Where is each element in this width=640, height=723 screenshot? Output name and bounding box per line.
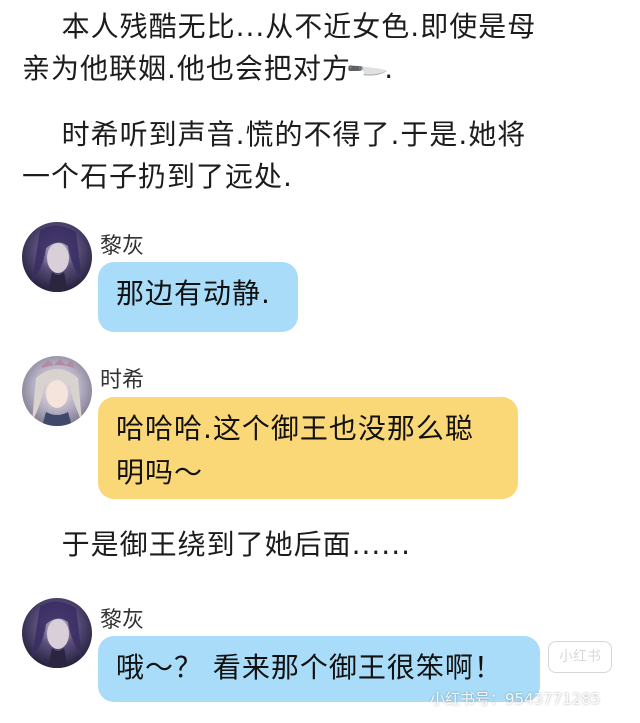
sender-name: 黎灰 xyxy=(100,234,145,259)
bubble-text: 哈哈哈.这个御王也没那么聪 xyxy=(116,412,474,445)
avatar-shixi-image xyxy=(22,356,92,426)
avatar-shixi xyxy=(22,356,92,426)
avatar-lihui xyxy=(22,222,92,292)
sender-name: 时希 xyxy=(100,368,145,393)
bubble-text: 那边有动静. xyxy=(116,277,271,310)
bubble-text: 明吗～ xyxy=(116,456,204,489)
avatar-lihui-image xyxy=(22,222,92,292)
narration-line: 本人残酷无比...从不近女色.即使是母 xyxy=(22,10,537,43)
avatar-lihui xyxy=(22,598,92,668)
chat-bubble-1: 那边有动静. xyxy=(98,262,298,332)
watermark-badge: 小红书 xyxy=(548,641,612,673)
narration-line: 时希听到声音.慌的不得了.于是.她将 xyxy=(22,118,527,151)
narration-paragraph-1: 本人残酷无比...从不近女色.即使是母 亲为他联姻.他也会把对方🔪. xyxy=(22,6,622,92)
sender-name: 黎灰 xyxy=(100,608,145,633)
bubble-text: 哦～？ 看来那个御王很笨啊！ xyxy=(116,651,503,684)
narration-line: 一个石子扔到了远处. xyxy=(22,160,293,193)
avatar-lihui-image xyxy=(22,598,92,668)
chat-bubble-2: 哈哈哈.这个御王也没那么聪 明吗～ xyxy=(98,397,518,499)
narration-paragraph-2: 时希听到声音.慌的不得了.于是.她将 一个石子扔到了远处. xyxy=(22,114,622,198)
watermark-id: 小红书号：9543771285 xyxy=(430,690,601,708)
narration-paragraph-3: 于是御王绕到了她后面...... xyxy=(22,528,412,561)
narration-line: 亲为他联姻.他也会把对方 xyxy=(22,52,351,85)
